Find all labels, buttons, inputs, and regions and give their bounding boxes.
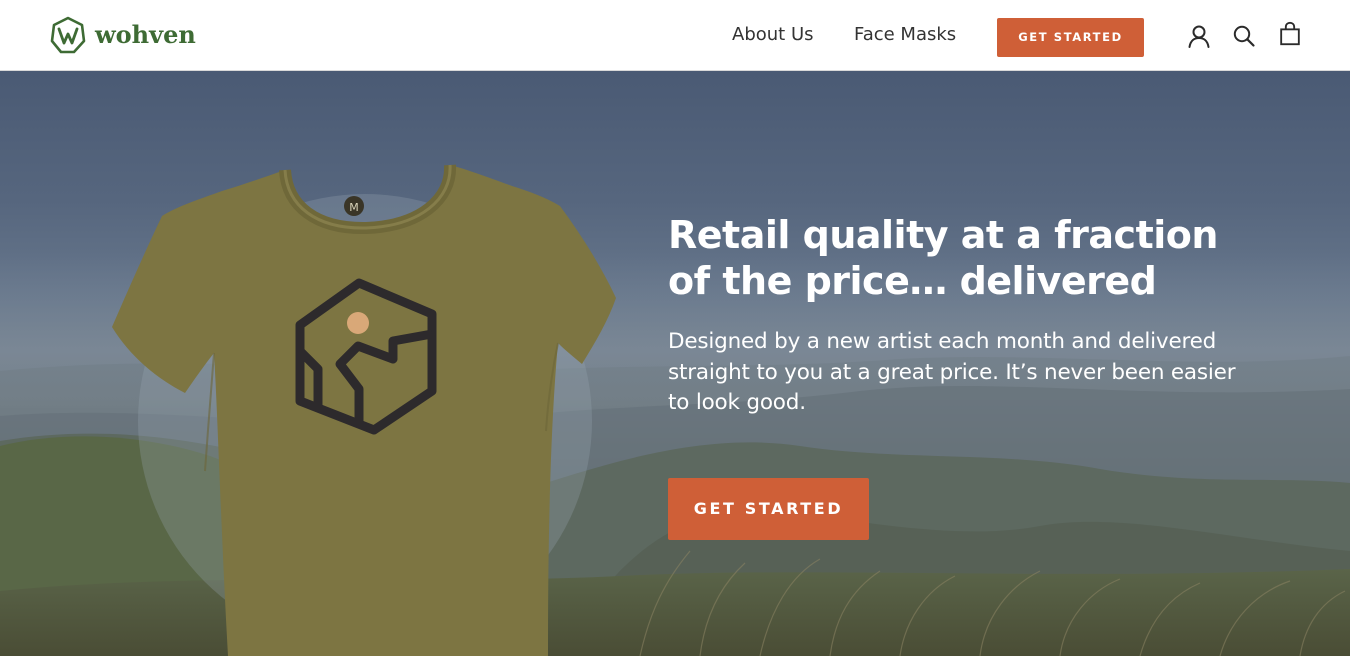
nav-link-about-us[interactable]: About Us [732,24,814,46]
cart-icon[interactable] [1277,21,1303,47]
tshirt-illustration: M [112,164,616,656]
hero-get-started-button[interactable]: GET STARTED [668,478,869,540]
search-icon-svg [1233,25,1255,47]
search-icon[interactable] [1231,23,1257,49]
account-icon-svg [1188,25,1210,48]
header-get-started-button[interactable]: GET STARTED [997,18,1144,57]
cart-icon-svg [1280,21,1300,46]
logo-text: wohven [95,20,196,49]
logo-link[interactable]: wohven [50,16,196,54]
shirt-tag-letter: M [349,201,359,214]
logo-mark-icon [50,16,86,54]
hero-section: M Retail quality at a fraction of the pr… [0,71,1350,656]
hero-description: Designed by a new artist each month and … [668,329,1236,415]
account-icon[interactable] [1186,23,1212,49]
site-header: wohven About Us Face Masks GET STARTED [0,0,1350,71]
hero-title: Retail quality at a fraction of the pric… [668,213,1218,303]
nav-link-face-masks[interactable]: Face Masks [854,24,956,46]
